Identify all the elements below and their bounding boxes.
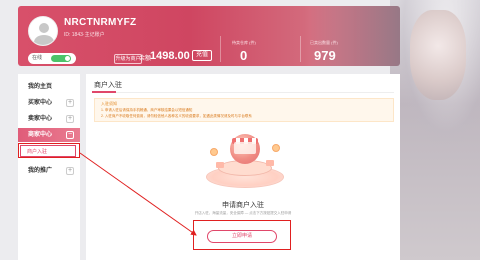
apply-title: 申请商户入驻	[222, 202, 264, 209]
header-divider	[220, 36, 221, 62]
user-id: ID: 1843·主记账户	[64, 32, 105, 38]
title-accent	[92, 91, 116, 93]
stat-label-pending: 待卖仓库 (件)	[232, 40, 256, 45]
sidebar-item-seller[interactable]: 卖家中心 +	[18, 112, 80, 126]
collapse-icon[interactable]: −	[66, 131, 74, 139]
header-divider	[300, 36, 301, 62]
stat-value-sold: 979	[314, 48, 336, 63]
package-icon	[216, 162, 224, 168]
sidebar-item-buyer[interactable]: 买家中心 +	[18, 96, 80, 110]
avatar-body-icon	[34, 35, 54, 45]
notice-line: 1. 申请入驻后请保持手机畅通，商户审核结果会以短信通知	[101, 108, 193, 112]
expand-icon[interactable]: +	[66, 167, 74, 175]
upgrade-button[interactable]: 升级为商户	[114, 54, 142, 64]
sidebar-item-label: 卖家中心	[28, 116, 53, 122]
avatar-head-icon	[39, 23, 49, 33]
notice-box: 入驻须知 1. 申请入驻后请保持手机畅通，商户审核结果会以短信通知 2. 入驻商…	[94, 98, 394, 122]
sidebar-item-merchant[interactable]: 商家中心 −	[18, 128, 80, 142]
coin-icon	[272, 144, 280, 152]
notice-line: 2. 入驻商户不收取任何费用，请勿轻信他人各种名义的收费要求，如遇此类情况请及时…	[101, 114, 252, 118]
online-toggle[interactable]	[51, 55, 71, 62]
coin-icon	[210, 148, 218, 156]
page-title: 商户入驻	[94, 82, 122, 89]
toggle-knob	[65, 56, 70, 61]
expand-icon[interactable]: +	[66, 99, 74, 107]
sidebar-item-home[interactable]: 我的主页	[18, 80, 80, 94]
sidebar: 我的主页 买家中心 + 卖家中心 + 商家中心 − 我的推广 +	[18, 74, 80, 260]
notice-title: 入驻须知	[101, 101, 117, 106]
sidebar-item-label: 我的推广	[28, 168, 53, 174]
shop-icon	[234, 142, 256, 154]
package-icon	[266, 160, 274, 166]
sidebar-item-label: 我的主页	[28, 84, 53, 90]
stat-value-pending: 0	[240, 48, 248, 63]
sidebar-item-promotion[interactable]: 我的推广 +	[18, 164, 80, 178]
background-artwork	[390, 0, 480, 260]
sidebar-item-label: 商家中心	[28, 132, 53, 138]
title-divider	[92, 92, 394, 93]
merchant-illustration	[200, 126, 290, 192]
sidebar-item-label: 买家中心	[28, 100, 53, 106]
avatar[interactable]	[28, 16, 58, 46]
apply-description: 开店入驻，海量流量，安全保障 — 点击下方按钮提交入驻申请	[194, 211, 292, 215]
username: NRCTNRMYFZ	[64, 17, 137, 28]
expand-icon[interactable]: +	[66, 115, 74, 123]
background-face-shape	[410, 10, 466, 100]
annotation-box-subitem	[18, 143, 80, 158]
recharge-button[interactable]: 充值	[192, 50, 212, 61]
balance-value: 1498.00	[150, 50, 190, 62]
stat-label-sold: 已卖出数量 (件)	[310, 40, 338, 45]
annotation-box-apply	[193, 220, 291, 250]
user-header: NRCTNRMYFZ ID: 1843·主记账户 在线 升级为商户 余额 149…	[18, 6, 400, 66]
